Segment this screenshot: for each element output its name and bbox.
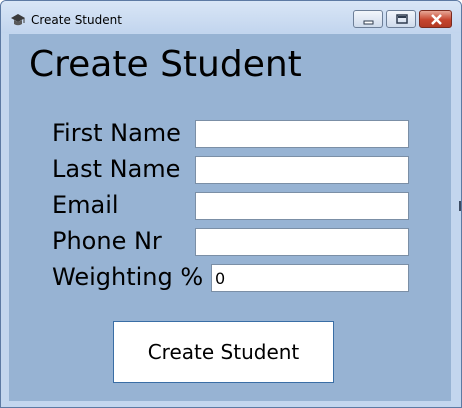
form-area: Create Student First Name Last Name Emai…: [9, 34, 451, 401]
window-title: Create Student: [31, 13, 122, 27]
maximize-button[interactable]: [386, 10, 416, 28]
email-input[interactable]: [195, 192, 409, 220]
last-name-input[interactable]: [195, 156, 409, 184]
maximize-icon: [396, 14, 408, 24]
first-name-input[interactable]: [195, 120, 409, 148]
email-label: Email: [52, 191, 119, 219]
create-student-button[interactable]: Create Student: [113, 321, 334, 383]
title-bar[interactable]: Create Student: [1, 1, 461, 33]
weighting-label: Weighting %: [52, 263, 204, 291]
create-student-window: Create Student Create Student First Name…: [0, 0, 462, 408]
weighting-input[interactable]: [211, 264, 409, 292]
phone-nr-input[interactable]: [195, 228, 409, 256]
minimize-icon: [363, 20, 374, 25]
graduation-cap-icon: [11, 14, 25, 26]
last-name-label: Last Name: [52, 155, 181, 183]
close-button[interactable]: [419, 10, 452, 28]
first-name-label: First Name: [52, 119, 181, 147]
close-icon: [431, 14, 442, 25]
resize-edge-marker: [459, 201, 461, 211]
minimize-button[interactable]: [353, 10, 383, 28]
phone-nr-label: Phone Nr: [52, 227, 162, 255]
page-title: Create Student: [29, 44, 302, 85]
